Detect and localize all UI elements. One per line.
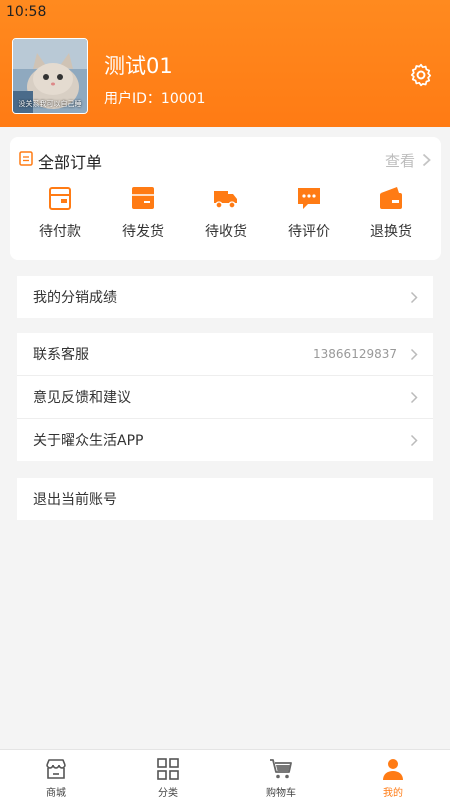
- box-icon: [132, 187, 154, 209]
- menu-label: 退出当前账号: [33, 492, 117, 508]
- tab-label: 我的: [383, 788, 403, 799]
- order-label: 待评价: [288, 224, 330, 240]
- tab-category[interactable]: 分类: [112, 750, 224, 801]
- orders-title: 全部订单: [38, 153, 103, 172]
- truck-icon: [214, 191, 237, 209]
- order-pending-shipment[interactable]: 待发货: [108, 185, 178, 249]
- tab-label: 分类: [158, 788, 178, 799]
- menu-item-distribution[interactable]: 我的分销成绩: [17, 276, 433, 318]
- order-label: 待收货: [205, 224, 247, 240]
- store-icon: [46, 759, 66, 779]
- orders-view-all-link[interactable]: 查看: [385, 150, 415, 171]
- chevron-right-icon[interactable]: [422, 153, 431, 167]
- avatar[interactable]: 没关系我可以自己睡: [12, 38, 88, 114]
- menu-section-distribution: 我的分销成绩: [17, 276, 433, 318]
- order-pending-payment[interactable]: 待付款: [25, 185, 95, 249]
- chevron-right-icon: [410, 291, 418, 303]
- tab-mine[interactable]: 我的: [337, 750, 449, 801]
- menu-item-about[interactable]: 关于曜众生活APP: [17, 419, 433, 461]
- status-time: 10:58: [6, 4, 47, 20]
- order-label: 退换货: [370, 224, 412, 240]
- avatar-caption: 没关系我可以自己睡: [18, 100, 82, 108]
- order-pending-review[interactable]: 待评价: [274, 185, 344, 249]
- username: 测试01: [104, 54, 173, 78]
- user-id: 用户ID：10001: [104, 91, 206, 107]
- menu-section-support: 联系客服 13866129837 意见反馈和建议 关于曜众生活APP: [17, 333, 433, 461]
- tab-label: 商城: [46, 788, 66, 799]
- comment-icon: [298, 188, 320, 209]
- chevron-right-icon: [410, 348, 418, 360]
- user-icon: [383, 759, 403, 780]
- orders-card: 全部订单 查看 待付款 待发货 待收货 待评价 退换货: [10, 137, 441, 260]
- order-return-exchange[interactable]: 退换货: [356, 185, 426, 249]
- menu-label: 关于曜众生活APP: [33, 433, 144, 449]
- menu-label: 联系客服: [33, 347, 89, 363]
- chevron-right-icon: [410, 391, 418, 403]
- menu-section-account: 退出当前账号: [17, 478, 433, 520]
- tab-label: 购物车: [266, 788, 296, 799]
- return-icon: [380, 187, 402, 209]
- cart-icon: [270, 759, 292, 779]
- menu-label: 意见反馈和建议: [33, 390, 131, 406]
- menu-item-contact[interactable]: 联系客服 13866129837: [17, 333, 433, 376]
- order-pending-receipt[interactable]: 待收货: [191, 185, 261, 249]
- tab-cart[interactable]: 购物车: [225, 750, 337, 801]
- wallet-icon: [49, 187, 71, 210]
- tab-store[interactable]: 商城: [0, 750, 112, 801]
- menu-item-feedback[interactable]: 意见反馈和建议: [17, 376, 433, 419]
- bottom-tab-bar: 商城 分类 购物车 我的: [0, 749, 450, 801]
- profile-header: 10:58 没关系我可以自己睡 测试01 用户ID：10001: [0, 0, 450, 127]
- contact-phone: 13866129837: [313, 347, 397, 361]
- chevron-right-icon: [410, 434, 418, 446]
- order-label: 待付款: [39, 224, 81, 240]
- grid-icon: [157, 758, 179, 780]
- order-label: 待发货: [122, 224, 164, 240]
- settings-gear-icon[interactable]: [408, 62, 434, 88]
- menu-label: 我的分销成绩: [33, 290, 117, 306]
- logout-button[interactable]: 退出当前账号: [17, 478, 433, 520]
- order-list-icon: [19, 151, 33, 166]
